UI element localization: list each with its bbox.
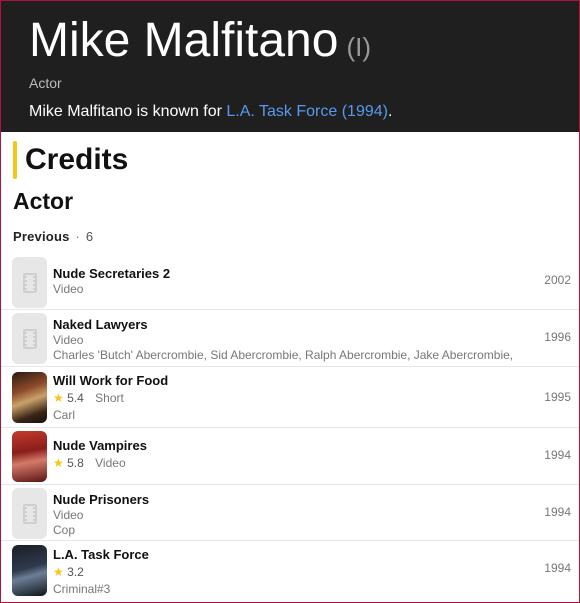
list-item[interactable]: Nude Secretaries 2 Video 2002	[1, 253, 579, 310]
tab-count: 6	[85, 229, 94, 244]
credits-title: Credits	[25, 143, 129, 176]
name-row: Mike Malfitano (I)	[29, 13, 579, 69]
film-placeholder-icon	[22, 328, 37, 349]
poster-placeholder	[12, 257, 47, 308]
person-role: Actor	[29, 75, 62, 91]
accent-bar	[13, 141, 17, 179]
tab-separator: ·	[75, 229, 80, 244]
credit-info: Will Work for Food ★ 5.4 Short Carl	[53, 372, 579, 427]
credit-year: 1994	[544, 561, 571, 575]
credit-type: Video	[53, 333, 84, 347]
credit-title[interactable]: Naked Lawyers	[53, 317, 579, 333]
film-placeholder-icon	[22, 272, 37, 293]
section-title-actor: Actor	[13, 188, 74, 214]
credit-year: 1996	[544, 330, 571, 344]
list-item[interactable]: Naked Lawyers Video Charles 'Butch' Aber…	[1, 310, 579, 367]
credit-type: Video	[53, 282, 84, 296]
star-icon: ★	[53, 565, 64, 579]
credit-rating: 5.4	[67, 391, 84, 405]
credit-year: 1994	[544, 505, 571, 519]
credit-meta: ★ 5.4 Short	[53, 391, 579, 406]
credit-type: Short	[95, 391, 124, 405]
known-for-prefix: Mike Malfitano is known for	[29, 103, 227, 120]
credit-rating: 5.8	[67, 456, 84, 470]
film-placeholder-icon	[22, 503, 37, 524]
page-frame: Mike Malfitano (I) Actor Mike Malfitano …	[0, 0, 580, 603]
poster-image[interactable]	[12, 372, 47, 423]
credit-character: Cop	[53, 523, 76, 537]
credit-type: Video	[95, 456, 126, 470]
poster-placeholder	[12, 313, 47, 364]
star-icon: ★	[53, 456, 64, 470]
credits-heading: Credits	[13, 140, 579, 180]
credits-filter: Previous · 6	[13, 229, 579, 244]
person-name: Mike Malfitano	[29, 14, 339, 67]
tab-previous[interactable]: Previous	[13, 229, 70, 244]
credit-title[interactable]: Nude Secretaries 2	[53, 266, 579, 282]
list-item[interactable]: Will Work for Food ★ 5.4 Short Carl 1995	[1, 367, 579, 428]
credit-title[interactable]: Will Work for Food	[53, 373, 579, 389]
star-icon: ★	[53, 391, 64, 405]
known-for: Mike Malfitano is known for L.A. Task Fo…	[29, 103, 579, 121]
credit-type: Video	[53, 508, 84, 522]
list-item[interactable]: Nude Vampires ★ 5.8 Video 1994	[1, 428, 579, 485]
known-for-suffix: .	[387, 103, 393, 120]
name-qualifier: (I)	[346, 32, 371, 62]
credit-meta: ★ 5.8 Video	[53, 456, 579, 471]
list-item[interactable]: Nude Prisoners Video Cop 1994	[1, 485, 579, 541]
credit-rating: 3.2	[67, 565, 84, 579]
credit-title[interactable]: Nude Prisoners	[53, 492, 579, 508]
credit-character: Criminal#3	[53, 582, 111, 596]
credit-info: Nude Vampires ★ 5.8 Video	[53, 431, 579, 484]
credit-info: L.A. Task Force ★ 3.2 Criminal#3	[53, 545, 579, 602]
known-for-link[interactable]: L.A. Task Force (1994)	[226, 103, 388, 120]
credit-meta: ★ 3.2	[53, 565, 579, 580]
credit-info: Naked Lawyers Video Charles 'Butch' Aber…	[53, 313, 579, 366]
person-header: Mike Malfitano (I) Actor Mike Malfitano …	[1, 1, 579, 132]
credit-characters: Charles 'Butch' Abercrombie, Sid Abercro…	[53, 348, 514, 362]
list-item[interactable]: L.A. Task Force ★ 3.2 Criminal#3 1994	[1, 541, 579, 602]
poster-image[interactable]	[12, 545, 47, 596]
credit-title[interactable]: L.A. Task Force	[53, 547, 579, 563]
poster-image[interactable]	[12, 431, 47, 482]
poster-placeholder	[12, 488, 47, 539]
credit-info: Nude Prisoners Video Cop	[53, 488, 579, 540]
credit-year: 1995	[544, 390, 571, 404]
credits-list: Nude Secretaries 2 Video 2002 Naked Lawy…	[1, 253, 579, 602]
credit-year: 2002	[544, 273, 571, 287]
credit-info: Nude Secretaries 2 Video	[53, 257, 579, 309]
credit-year: 1994	[544, 448, 571, 462]
credit-character: Carl	[53, 408, 76, 422]
credit-title[interactable]: Nude Vampires	[53, 438, 579, 454]
